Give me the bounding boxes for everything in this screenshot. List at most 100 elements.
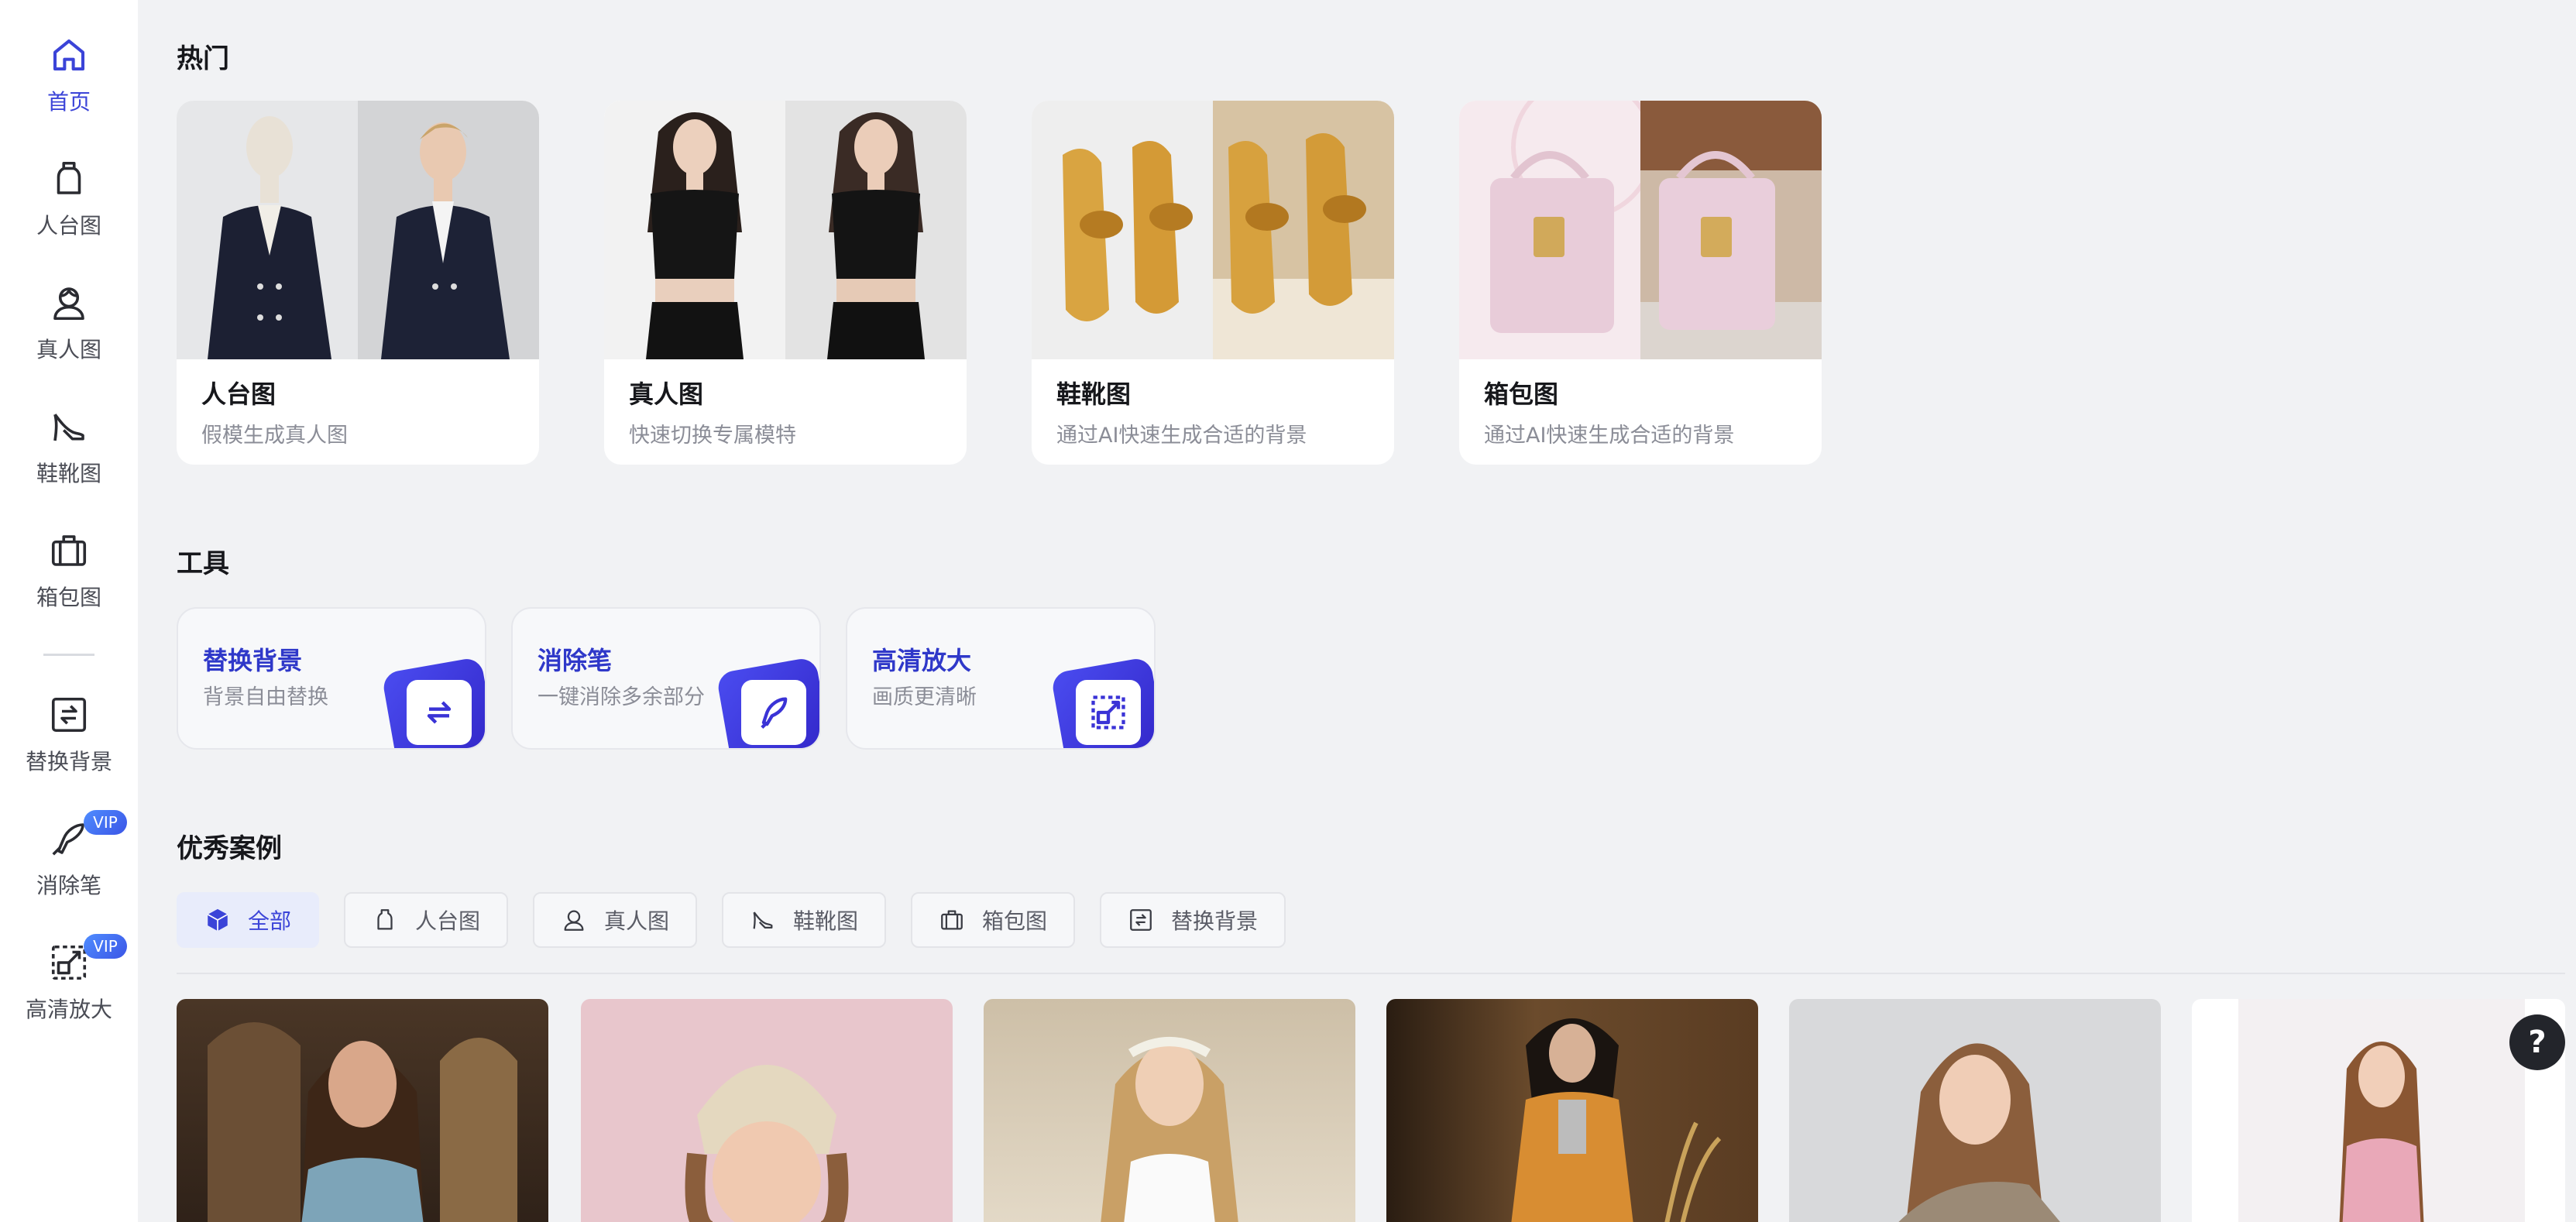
tool-card-replace-background[interactable]: 替换背景 背景自由替换 (177, 607, 486, 750)
vip-badge: VIP (84, 934, 127, 959)
bag-icon (46, 530, 92, 572)
model-image (646, 112, 744, 359)
tool-tile (381, 656, 485, 748)
shoes-image (1063, 141, 1193, 321)
case-card[interactable] (581, 999, 953, 1222)
person-icon (564, 910, 584, 931)
cube-icon (207, 908, 228, 932)
case-card[interactable] (177, 999, 548, 1222)
tab-shoes[interactable]: 鞋靴图 (722, 892, 887, 948)
sidebar-item-label: 消除笔 (36, 873, 101, 898)
tab-mannequin[interactable]: 人台图 (344, 892, 509, 948)
eraser-pen-icon (741, 680, 806, 745)
card-title: 真人图 (629, 379, 704, 409)
card-image (177, 101, 539, 359)
model-image (381, 122, 510, 359)
high-heel-icon (46, 406, 92, 448)
replace-background-icon (46, 694, 92, 736)
tabs-divider (177, 973, 2565, 974)
sidebar-item-label: 替换背景 (25, 749, 112, 774)
tab-person[interactable]: 真人图 (533, 892, 698, 948)
tool-card-upscale[interactable]: 高清放大 画质更清晰 (846, 607, 1156, 750)
replace-background-icon (407, 680, 472, 745)
case-image (2238, 999, 2525, 1222)
sidebar-item-label: 高清放大 (25, 997, 112, 1022)
tool-card-eraser[interactable]: 消除笔 一键消除多余部分 (511, 607, 821, 750)
sidebar-item-eraser[interactable]: 消除笔 (0, 784, 138, 898)
tab-bag[interactable]: 箱包图 (911, 892, 1076, 948)
sidebar-item-label: 首页 (46, 89, 91, 115)
mannequin-icon (46, 158, 92, 200)
sidebar-item-replace-background[interactable]: 替换背景 (0, 660, 138, 774)
section-title-cases: 优秀案例 (177, 833, 282, 864)
card-title: 人台图 (201, 379, 276, 409)
card-description: 通过AI快速生成合适的背景 (1056, 424, 1307, 448)
card-title: 鞋靴图 (1056, 379, 1132, 409)
case-image (685, 1065, 849, 1222)
bag-image (1640, 101, 1822, 359)
case-image (1511, 1018, 1722, 1222)
tab-label: 全部 (248, 908, 292, 934)
sidebar-item-upscale[interactable]: 高清放大 (0, 908, 138, 1022)
sidebar-divider (43, 654, 94, 656)
sidebar-item-label: 箱包图 (36, 585, 101, 610)
card-image (1032, 101, 1394, 359)
hot-card-person[interactable]: 真人图 快速切换专属模特 (604, 101, 967, 465)
vip-badge: VIP (84, 810, 127, 835)
hot-card-shoes[interactable]: 鞋靴图 通过AI快速生成合适的背景 (1032, 101, 1394, 465)
tool-title: 高清放大 (872, 646, 972, 675)
section-title-tools: 工具 (177, 548, 229, 579)
case-image (1898, 1043, 2060, 1222)
card-title: 箱包图 (1484, 379, 1559, 409)
tab-label: 鞋靴图 (793, 908, 859, 934)
case-image (208, 1022, 517, 1222)
tool-description: 背景自由替换 (203, 685, 328, 709)
card-description: 假模生成真人图 (201, 424, 348, 448)
tool-title: 消除笔 (538, 646, 613, 675)
sidebar-item-person[interactable]: 真人图 (0, 248, 138, 362)
tab-label: 真人图 (604, 908, 670, 934)
tab-all[interactable]: 全部 (177, 892, 320, 948)
hot-card-mannequin[interactable]: 人台图 假模生成真人图 (177, 101, 539, 465)
mannequin-image (208, 116, 331, 359)
home-icon (46, 34, 92, 76)
mannequin-icon (377, 909, 393, 930)
replace-background-icon (1130, 909, 1152, 931)
shoes-image (1213, 133, 1394, 359)
card-image (604, 101, 967, 359)
bag-icon (941, 910, 963, 930)
case-card[interactable] (984, 999, 1355, 1222)
high-heel-icon (753, 911, 773, 929)
sidebar-item-mannequin[interactable]: 人台图 (0, 124, 138, 239)
case-image (1101, 1037, 1238, 1222)
person-icon (46, 282, 92, 324)
sidebar: 首页 人台图 真人图 鞋靴图 箱包图 替换背景 消除笔 VIP 高清放大 VIP (0, 0, 138, 1222)
case-card[interactable] (1386, 999, 1758, 1222)
sidebar-item-shoes[interactable]: 鞋靴图 (0, 372, 138, 486)
sidebar-item-label: 鞋靴图 (36, 461, 101, 486)
tab-label: 箱包图 (982, 908, 1048, 934)
tool-tile (716, 656, 819, 748)
bag-image (1490, 101, 1640, 333)
hot-card-bag[interactable]: 箱包图 通过AI快速生成合适的背景 (1459, 101, 1822, 465)
tool-description: 画质更清晰 (872, 685, 977, 709)
sidebar-item-label: 人台图 (36, 213, 101, 239)
upscale-icon (1076, 680, 1141, 745)
tool-title: 替换背景 (203, 646, 303, 675)
sidebar-item-home[interactable]: 首页 (0, 0, 138, 115)
card-description: 通过AI快速生成合适的背景 (1484, 424, 1735, 448)
card-description: 快速切换专属模特 (629, 424, 796, 448)
case-card[interactable] (1789, 999, 2161, 1222)
sidebar-item-label: 真人图 (36, 337, 101, 362)
tab-replace-background[interactable]: 替换背景 (1100, 892, 1286, 948)
card-image (1459, 101, 1822, 359)
sidebar-item-bag[interactable]: 箱包图 (0, 496, 138, 610)
model-image (827, 112, 925, 359)
tab-label: 人台图 (415, 908, 481, 934)
section-title-hot: 热门 (177, 43, 229, 74)
tool-description: 一键消除多余部分 (538, 685, 705, 709)
help-button[interactable]: ? (2509, 1014, 2565, 1070)
case-card[interactable] (2192, 999, 2565, 1222)
tab-label: 替换背景 (1171, 908, 1259, 934)
tool-tile (1050, 656, 1154, 748)
